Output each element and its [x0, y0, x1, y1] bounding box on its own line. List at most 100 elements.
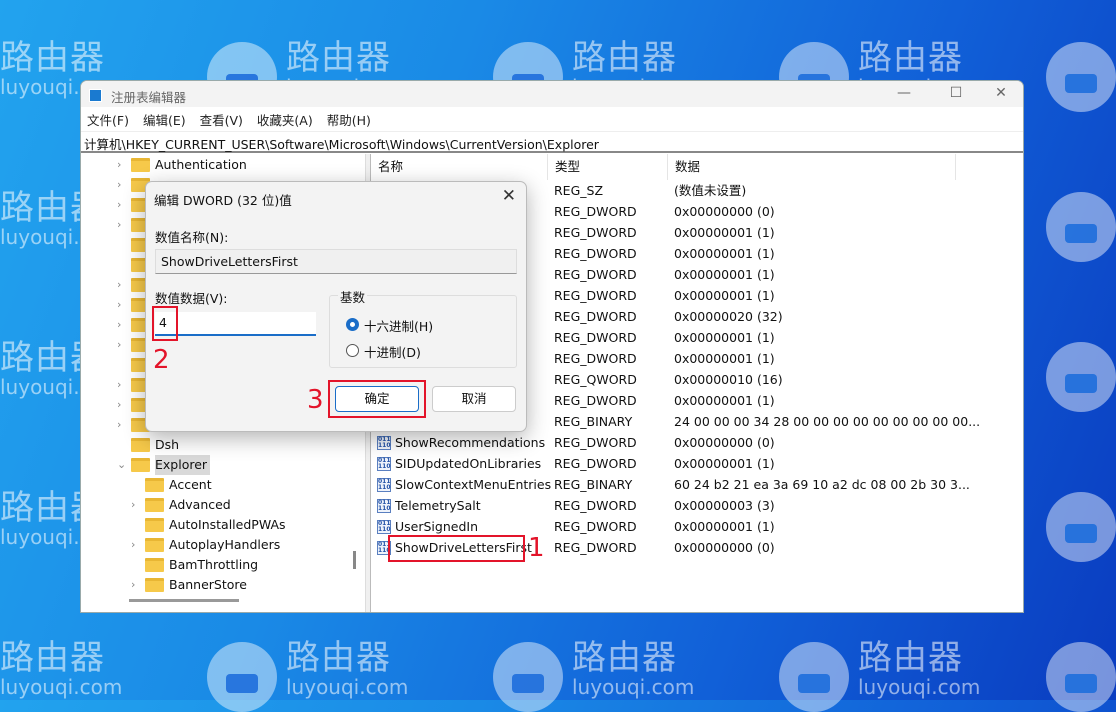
value-data: 0x00000001 (1) [674, 393, 775, 408]
value-type: REG_DWORD [554, 267, 637, 282]
value-type: REG_DWORD [554, 309, 637, 324]
hex-radio[interactable] [346, 318, 359, 331]
tree-node[interactable]: › AutoplayHandlers [131, 535, 280, 555]
chevron-right-icon[interactable]: › [131, 495, 145, 515]
close-button[interactable]: ✕ [986, 85, 1016, 103]
menu-favorites[interactable]: 收藏夹(A) [257, 110, 313, 129]
chevron-right-icon[interactable]: › [117, 195, 131, 215]
tree-node-label: Dsh [155, 437, 180, 452]
chevron-right-icon[interactable]: › [117, 375, 131, 395]
watermark-text: 路由器luyouqi.com [0, 640, 122, 698]
value-data: 0x00000001 (1) [674, 288, 775, 303]
watermark-router-icon [1046, 342, 1116, 412]
tree-node[interactable]: ⌄ Explorer [117, 455, 211, 475]
value-name: TelemetrySalt [395, 498, 481, 513]
value-data: 0x00000003 (3) [674, 498, 775, 513]
dec-label[interactable]: 十进制(D) [364, 342, 421, 361]
tree-node-label: AutoInstalledPWAs [169, 517, 286, 532]
tree-horizontal-scrollbar[interactable] [129, 599, 239, 602]
column-name[interactable]: 名称 [371, 154, 548, 180]
chevron-right-icon[interactable]: › [117, 155, 131, 175]
chevron-right-icon[interactable]: › [117, 175, 131, 195]
watermark-router-icon [1046, 492, 1116, 562]
chevron-right-icon[interactable]: › [117, 415, 131, 435]
maximize-button[interactable]: ☐ [941, 85, 971, 103]
value-name: ShowRecommendations [395, 435, 546, 450]
binary-value-icon: 011110 [377, 457, 391, 471]
tree-node[interactable]: › Advanced [131, 495, 231, 515]
chevron-right-icon[interactable]: › [117, 275, 131, 295]
value-type: REG_DWORD [554, 435, 637, 450]
menu-view[interactable]: 查看(V) [200, 110, 243, 129]
chevron-right-icon[interactable]: › [131, 535, 145, 555]
tree-node[interactable]: BamThrottling [131, 555, 258, 575]
window-title: 注册表编辑器 [111, 90, 187, 105]
value-data: 0x00000001 (1) [674, 519, 775, 534]
value-row[interactable]: 011 110 TelemetrySalt REG_DWORD 0x00000003 (… [371, 495, 1023, 516]
chevron-right-icon[interactable]: › [117, 295, 131, 315]
value-row[interactable]: 011 110 ShowRecommendations REG_DWORD 0x0000… [371, 432, 1023, 453]
watermark-brand: 路由器 [572, 38, 677, 78]
chevron-right-icon[interactable]: › [117, 395, 131, 415]
value-row[interactable]: 011 110 UserSignedIn REG_DWORD 0x00000001 (1… [371, 516, 1023, 537]
value-data: 0x00000020 (32) [674, 309, 783, 324]
watermark-brand: 路由器 [0, 638, 105, 678]
value-row[interactable]: 011 110 SlowContextMenuEntries REG_BINARY 60… [371, 474, 1023, 495]
tree-node[interactable]: AutoInstalledPWAs [131, 515, 286, 535]
tree-node[interactable]: › Authentication [117, 155, 247, 175]
cancel-button[interactable]: 取消 [432, 386, 516, 412]
menu-file[interactable]: 文件(F) [87, 110, 129, 129]
menu-help[interactable]: 帮助(H) [327, 110, 371, 129]
folder-icon [131, 458, 150, 472]
chevron-down-icon[interactable]: ⌄ [117, 455, 131, 475]
watermark-text: 路由器luyouqi.com [572, 640, 694, 698]
menu-edit[interactable]: 编辑(E) [143, 110, 186, 129]
chevron-right-icon[interactable]: › [117, 335, 131, 355]
tree-vertical-scrollbar[interactable] [353, 551, 356, 569]
folder-icon [145, 558, 164, 572]
value-type: REG_BINARY [554, 414, 633, 429]
chevron-right-icon[interactable]: › [131, 575, 145, 594]
tree-node-label: Authentication [155, 157, 247, 172]
tree-node-label: BamThrottling [169, 557, 259, 572]
menu-bar: 文件(F) 编辑(E) 查看(V) 收藏夹(A) 帮助(H) [81, 107, 1023, 131]
chevron-right-icon[interactable]: › [117, 215, 131, 235]
value-type: REG_DWORD [554, 456, 637, 471]
column-type[interactable]: 类型 [548, 154, 668, 180]
chevron-right-icon[interactable]: › [117, 315, 131, 335]
address-bar[interactable]: 计算机\HKEY_CURRENT_USER\Software\Microsoft… [81, 131, 1023, 153]
folder-icon [145, 538, 164, 552]
value-data: 0x00000001 (1) [674, 351, 775, 366]
dialog-title: 编辑 DWORD (32 位)值 [154, 193, 292, 208]
value-data-input[interactable]: 4 [155, 312, 316, 336]
value-type: REG_DWORD [554, 393, 637, 408]
dec-radio[interactable] [346, 344, 359, 357]
value-type: REG_QWORD [554, 372, 637, 387]
value-type: REG_DWORD [554, 330, 637, 345]
value-name-label: 数值名称(N): [155, 230, 229, 245]
binary-value-icon: 011110 [377, 478, 391, 492]
tree-node[interactable]: Dsh [117, 435, 179, 455]
watermark-url: luyouqi.com [858, 675, 981, 699]
dialog-close-button[interactable]: ✕ [502, 186, 516, 206]
value-type: REG_DWORD [554, 351, 637, 366]
tree-node-label: AutoplayHandlers [169, 537, 281, 552]
folder-icon [145, 518, 164, 532]
hex-label[interactable]: 十六进制(H) [364, 316, 433, 335]
annotation-number-1: 1 [528, 533, 545, 563]
watermark-router-icon [1046, 192, 1116, 262]
column-data[interactable]: 数据 [668, 154, 956, 180]
value-data: (数值未设置) [674, 183, 747, 198]
folder-icon [145, 498, 164, 512]
value-data: 0x00000001 (1) [674, 246, 775, 261]
tree-node[interactable]: › BannerStore [131, 575, 247, 594]
value-name: SIDUpdatedOnLibraries [395, 456, 542, 471]
value-row[interactable]: 011 110 SIDUpdatedOnLibraries REG_DWORD 0x00… [371, 453, 1023, 474]
value-type: REG_DWORD [554, 519, 637, 534]
regedit-app-icon [89, 89, 102, 102]
watermark-brand: 路由器 [572, 638, 677, 678]
value-type: REG_DWORD [554, 540, 637, 555]
watermark-text: 路由器luyouqi.com [858, 640, 980, 698]
minimize-button[interactable]: — [889, 85, 919, 103]
tree-node[interactable]: Accent [131, 475, 212, 495]
